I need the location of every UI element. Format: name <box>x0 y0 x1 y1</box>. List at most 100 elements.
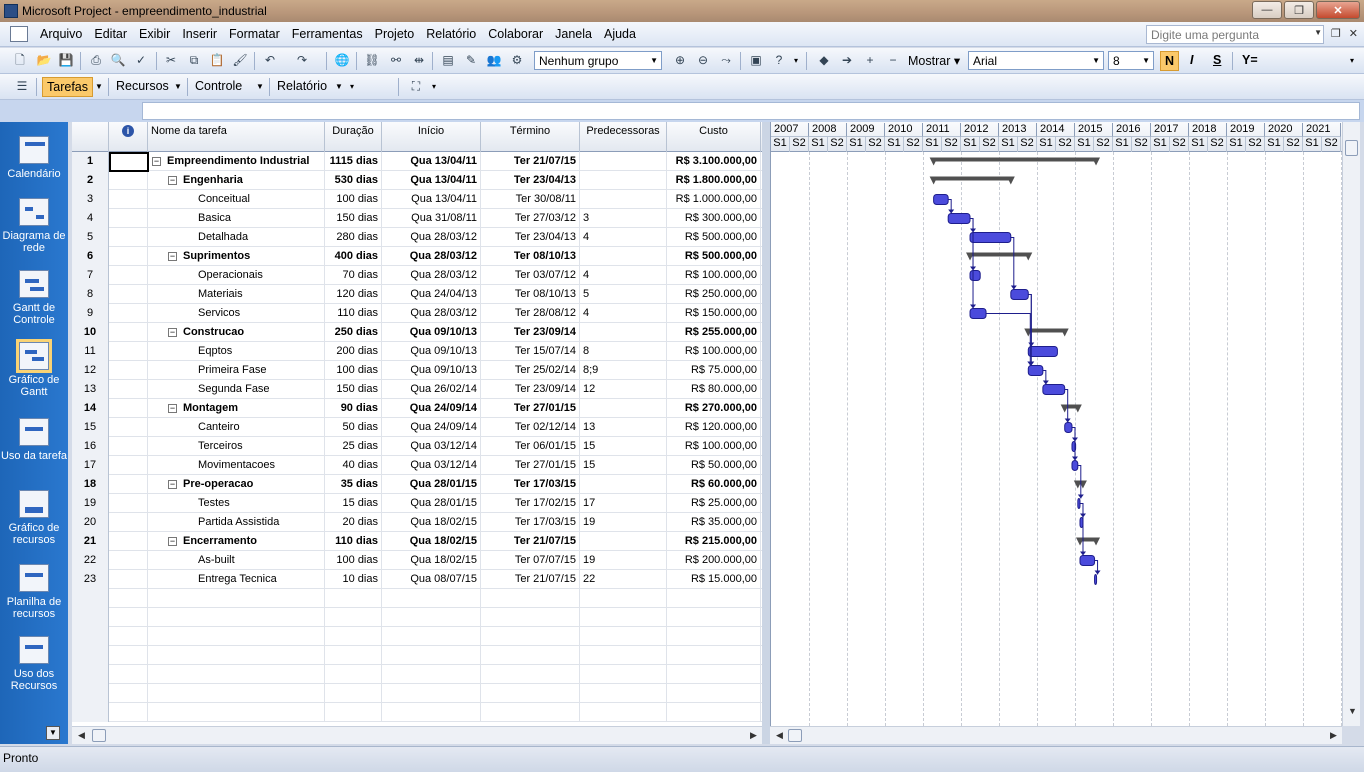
row-id[interactable]: 10 <box>72 323 109 342</box>
unlink-tasks-icon[interactable]: ⚯ <box>388 53 404 68</box>
start-cell[interactable]: Qua 18/02/15 <box>382 551 481 570</box>
task-row[interactable]: 19 Testes 15 dias Qua 28/01/15 Ter 17/02… <box>72 494 762 513</box>
vertical-scrollbar[interactable]: ▼ <box>1342 122 1360 726</box>
duration-cell[interactable]: 110 dias <box>325 532 382 551</box>
row-id[interactable]: 21 <box>72 532 109 551</box>
task-row[interactable]: 5 Detalhada 280 dias Qua 28/03/12 Ter 23… <box>72 228 762 247</box>
task-name-cell[interactable]: Movimentacoes <box>148 456 325 475</box>
task-row[interactable]: 16 Terceiros 25 dias Qua 03/12/14 Ter 06… <box>72 437 762 456</box>
menu-arquivo[interactable]: Arquivo <box>34 27 88 41</box>
collapse-icon[interactable]: − <box>168 328 177 337</box>
finish-cell[interactable]: Ter 06/01/15 <box>481 437 580 456</box>
task-name-cell[interactable]: As-built <box>148 551 325 570</box>
arrow-left-icon[interactable]: ◆ <box>816 53 832 68</box>
task-row[interactable]: 12 Primeira Fase 100 dias Qua 09/10/13 T… <box>72 361 762 380</box>
indicator-cell[interactable] <box>109 551 148 570</box>
help-icon[interactable]: ? <box>771 53 787 68</box>
cost-cell[interactable]: R$ 1.000.000,00 <box>667 190 761 209</box>
summary-bar[interactable] <box>933 157 1097 162</box>
column-name-header[interactable]: Nome da tarefa <box>148 122 325 152</box>
organizer-icon[interactable]: ⛶ <box>408 79 424 94</box>
finish-cell[interactable]: Ter 03/07/12 <box>481 266 580 285</box>
empty-row[interactable] <box>72 684 762 703</box>
menu-exibir[interactable]: Exibir <box>133 27 176 41</box>
start-cell[interactable]: Qua 13/04/11 <box>382 171 481 190</box>
indicator-cell[interactable] <box>109 171 148 190</box>
task-bar[interactable] <box>969 270 981 281</box>
predecessors-cell[interactable]: 12 <box>580 380 667 399</box>
task-row[interactable]: 21 − Encerramento 110 dias Qua 18/02/15 T… <box>72 532 762 551</box>
task-row[interactable]: 2 − Engenharia 530 dias Qua 13/04/11 Ter … <box>72 171 762 190</box>
duration-cell[interactable]: 50 dias <box>325 418 382 437</box>
task-name-cell[interactable]: Conceitual <box>148 190 325 209</box>
scroll-down-icon[interactable]: ▼ <box>1348 706 1357 716</box>
task-bar[interactable] <box>1071 460 1079 471</box>
predecessors-cell[interactable]: 4 <box>580 228 667 247</box>
cost-cell[interactable]: R$ 75.000,00 <box>667 361 761 380</box>
duration-cell[interactable]: 150 dias <box>325 380 382 399</box>
finish-cell[interactable]: Ter 17/03/15 <box>481 513 580 532</box>
start-cell[interactable]: Qua 03/12/14 <box>382 456 481 475</box>
chevron-down-icon[interactable]: ▼ <box>95 82 103 91</box>
cost-cell[interactable]: R$ 60.000,00 <box>667 475 761 494</box>
zoom-in-icon[interactable]: ⊕ <box>672 53 688 68</box>
row-id[interactable]: 23 <box>72 570 109 589</box>
finish-cell[interactable]: Ter 21/07/15 <box>481 570 580 589</box>
task-name-cell[interactable]: − Montagem <box>148 399 325 418</box>
empty-row[interactable] <box>72 589 762 608</box>
indicators-header[interactable]: i <box>109 122 148 152</box>
predecessors-cell[interactable] <box>580 171 667 190</box>
task-bar[interactable] <box>1079 555 1096 566</box>
italic-button[interactable]: I <box>1186 51 1197 71</box>
start-cell[interactable]: Qua 28/01/15 <box>382 494 481 513</box>
go-to-task-icon[interactable]: ⤳ <box>718 53 734 68</box>
minus-icon[interactable]: − <box>885 53 901 68</box>
indicator-cell[interactable] <box>109 285 148 304</box>
vertical-scroll-thumb[interactable] <box>1345 140 1358 156</box>
task-bar[interactable] <box>933 194 949 205</box>
predecessors-cell[interactable] <box>580 323 667 342</box>
row-id[interactable]: 13 <box>72 380 109 399</box>
finish-cell[interactable]: Ter 07/07/15 <box>481 551 580 570</box>
indicator-cell[interactable] <box>109 190 148 209</box>
menu-formatar[interactable]: Formatar <box>223 27 286 41</box>
start-cell[interactable]: Qua 18/02/15 <box>382 513 481 532</box>
task-bar[interactable] <box>947 213 971 224</box>
show-button[interactable]: Mostrar ▾ <box>904 51 964 71</box>
task-name-cell[interactable]: − Encerramento <box>148 532 325 551</box>
cost-cell[interactable]: R$ 500.000,00 <box>667 247 761 266</box>
split-task-icon[interactable]: ⇹ <box>411 53 427 68</box>
cost-cell[interactable]: R$ 100.000,00 <box>667 266 761 285</box>
finish-cell[interactable]: Ter 23/09/14 <box>481 323 580 342</box>
task-notes-icon[interactable]: ✎ <box>463 53 479 68</box>
task-bar[interactable] <box>969 308 987 319</box>
task-row[interactable]: 15 Canteiro 50 dias Qua 24/09/14 Ter 02/… <box>72 418 762 437</box>
cost-cell[interactable]: R$ 120.000,00 <box>667 418 761 437</box>
scroll-right-icon[interactable]: ▶ <box>750 730 757 741</box>
empty-row[interactable] <box>72 703 762 722</box>
menu-colaborar[interactable]: Colaborar <box>482 27 549 41</box>
finish-cell[interactable]: Ter 28/08/12 <box>481 304 580 323</box>
save-icon[interactable]: 💾 <box>58 53 74 68</box>
start-cell[interactable]: Qua 28/03/12 <box>382 228 481 247</box>
open-icon[interactable]: 📂 <box>36 53 52 68</box>
cost-cell[interactable]: R$ 150.000,00 <box>667 304 761 323</box>
task-row[interactable]: 10 − Construcao 250 dias Qua 09/10/13 Ter… <box>72 323 762 342</box>
indicator-cell[interactable] <box>109 437 148 456</box>
scroll-left-icon[interactable]: ◀ <box>78 730 85 741</box>
cost-cell[interactable]: R$ 50.000,00 <box>667 456 761 475</box>
redo-icon[interactable]: ↷ <box>294 53 310 68</box>
duration-cell[interactable]: 150 dias <box>325 209 382 228</box>
row-id[interactable]: 7 <box>72 266 109 285</box>
start-cell[interactable]: Qua 03/12/14 <box>382 437 481 456</box>
indicator-cell[interactable] <box>109 456 148 475</box>
predecessors-cell[interactable]: 15 <box>580 437 667 456</box>
start-cell[interactable]: Qua 28/01/15 <box>382 475 481 494</box>
row-id[interactable]: 17 <box>72 456 109 475</box>
row-id[interactable]: 2 <box>72 171 109 190</box>
cost-cell[interactable]: R$ 80.000,00 <box>667 380 761 399</box>
menu-inserir[interactable]: Inserir <box>176 27 223 41</box>
view-task-usage[interactable]: Uso da tarefa <box>0 418 68 462</box>
task-name-cell[interactable]: Basica <box>148 209 325 228</box>
task-name-cell[interactable]: Servicos <box>148 304 325 323</box>
